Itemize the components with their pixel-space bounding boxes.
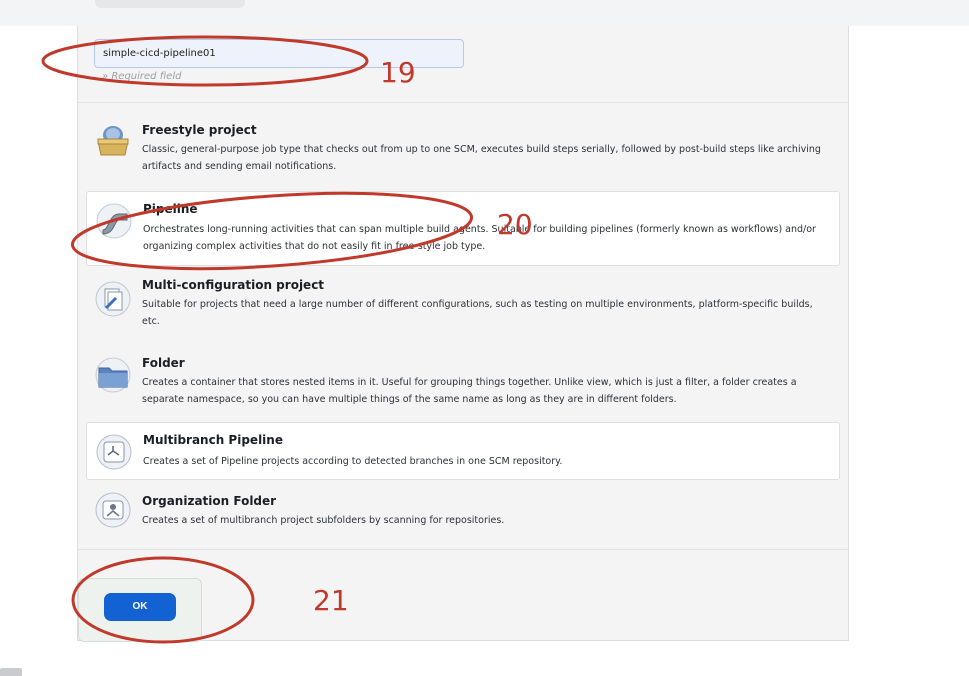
folder-icon [95,357,131,393]
item-description: Classic, general-purpose job type that c… [142,144,821,172]
item-title: Freestyle project [142,123,257,137]
required-field-note: » Required field [102,71,182,82]
annotation-number-20: 20 [497,208,533,241]
new-item-panel: simple-cicd-pipeline01 » Required field … [77,26,849,642]
item-title: Folder [142,356,185,370]
ok-button[interactable]: OK [104,593,176,621]
top-bar [0,0,969,26]
item-type-pipeline[interactable]: Pipeline Orchestrates long-running activ… [86,191,840,266]
multibranch-icon [96,434,132,470]
organization-folder-icon [95,492,131,528]
item-type-organization-folder[interactable]: Organization Folder Creates a set of mul… [86,486,840,544]
breadcrumb-tab [95,0,245,8]
item-description: Orchestrates long-running activities tha… [143,224,816,252]
item-title: Multibranch Pipeline [143,433,283,447]
pipeline-pipe-icon [96,203,132,239]
item-description: Creates a container that stores nested i… [142,377,797,405]
multi-config-icon [95,281,131,317]
item-type-multibranch-pipeline[interactable]: Multibranch Pipeline Creates a set of Pi… [86,422,840,480]
item-description: Creates a set of multibranch project sub… [142,515,505,526]
form-footer [78,549,848,642]
item-title: Organization Folder [142,494,277,508]
item-description: Suitable for projects that need a large … [142,299,813,327]
annotation-number-21: 21 [313,584,349,617]
item-type-multi-configuration[interactable]: Multi-configuration project Suitable for… [86,274,840,344]
item-type-freestyle[interactable]: Freestyle project Classic, general-purpo… [86,113,840,183]
item-description: Creates a set of Pipeline projects accor… [143,456,563,467]
corner-chip [0,668,22,676]
item-name-section: simple-cicd-pipeline01 » Required field [78,26,848,103]
item-type-folder[interactable]: Folder Creates a container that stores n… [86,352,840,422]
annotation-number-19: 19 [380,56,416,89]
freestyle-box-icon [97,126,129,156]
item-title: Pipeline [143,202,198,216]
item-title: Multi-configuration project [142,278,325,292]
